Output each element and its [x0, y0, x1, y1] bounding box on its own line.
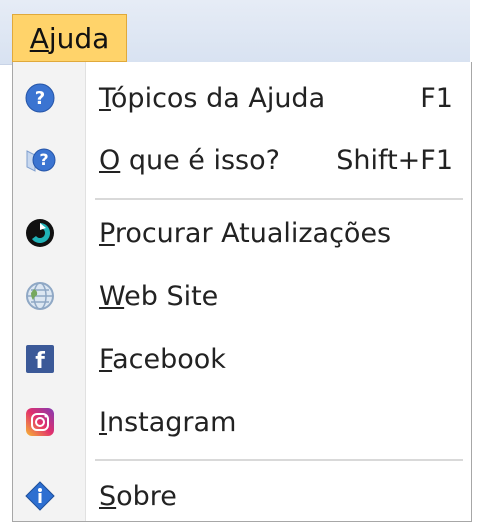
svg-text:f: f [35, 349, 45, 374]
menu-ajuda-rest: juda [48, 21, 110, 55]
whats-this-icon: ? [23, 143, 57, 177]
menu-item-shortcut: Shift+F1 [336, 144, 453, 176]
svg-text:?: ? [35, 88, 45, 109]
svg-text:?: ? [39, 150, 48, 169]
help-dropdown-menu: ? Tópicos da Ajuda F1 ? O que é isso? Sh… [12, 62, 472, 522]
menu-item-label: Sobre [99, 480, 177, 512]
menu-item-label: Procurar Atualizações [99, 217, 392, 249]
menu-item-label: Web Site [99, 280, 219, 312]
menu-item-o-que-e-isso[interactable]: ? O que é isso? Shift+F1 [13, 132, 471, 188]
facebook-icon: f [23, 342, 57, 376]
menu-item-instagram[interactable]: Instagram [13, 394, 471, 450]
globe-icon [23, 279, 57, 313]
menu-item-label: Instagram [99, 406, 237, 438]
update-icon [23, 216, 57, 250]
menu-bar: Ajuda [0, 0, 470, 65]
menu-separator [95, 198, 463, 200]
menu-ajuda-mnemonic: A [29, 21, 49, 55]
menu-item-facebook[interactable]: f Facebook [13, 331, 471, 387]
menu-item-shortcut: F1 [420, 82, 453, 114]
menu-item-procurar-atualizacoes[interactable]: Procurar Atualizações [13, 205, 471, 261]
menu-item-topicos-da-ajuda[interactable]: ? Tópicos da Ajuda F1 [13, 70, 471, 126]
help-menu-screenshot: Ajuda ? Tópicos da Ajuda F1 ? O que é is… [0, 0, 478, 526]
menu-item-web-site[interactable]: Web Site [13, 268, 471, 324]
info-icon [23, 479, 57, 513]
instagram-icon [23, 405, 57, 439]
menu-ajuda[interactable]: Ajuda [12, 14, 127, 62]
menu-item-sobre[interactable]: Sobre [13, 468, 471, 524]
menu-item-label: O que é isso? [99, 144, 280, 176]
menu-item-label: Tópicos da Ajuda [99, 82, 326, 114]
menu-separator [95, 459, 463, 461]
help-circle-icon: ? [23, 81, 57, 115]
menu-item-label: Facebook [99, 343, 226, 375]
